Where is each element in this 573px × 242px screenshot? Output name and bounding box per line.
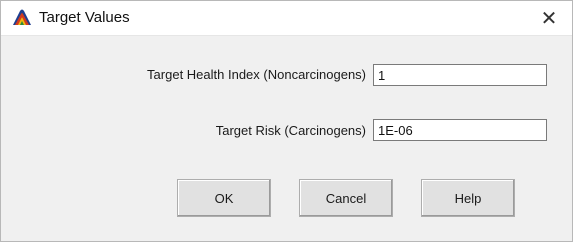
window-title: Target Values bbox=[39, 9, 130, 26]
app-logo-icon bbox=[12, 7, 32, 27]
risk-label: Target Risk (Carcinogens) bbox=[215, 123, 366, 138]
cancel-button[interactable]: Cancel bbox=[299, 179, 393, 217]
close-icon: ✕ bbox=[540, 6, 558, 30]
health-index-label: Target Health Index (Noncarcinogens) bbox=[147, 67, 366, 82]
close-button[interactable]: ✕ bbox=[526, 1, 572, 35]
risk-input[interactable] bbox=[373, 119, 547, 141]
title-bar[interactable]: Target Values ✕ bbox=[1, 1, 572, 36]
health-index-input[interactable] bbox=[373, 64, 547, 86]
ok-button[interactable]: OK bbox=[177, 179, 271, 217]
target-values-dialog: Target Values ✕ Target Health Index (Non… bbox=[0, 0, 573, 242]
help-button[interactable]: Help bbox=[421, 179, 515, 217]
